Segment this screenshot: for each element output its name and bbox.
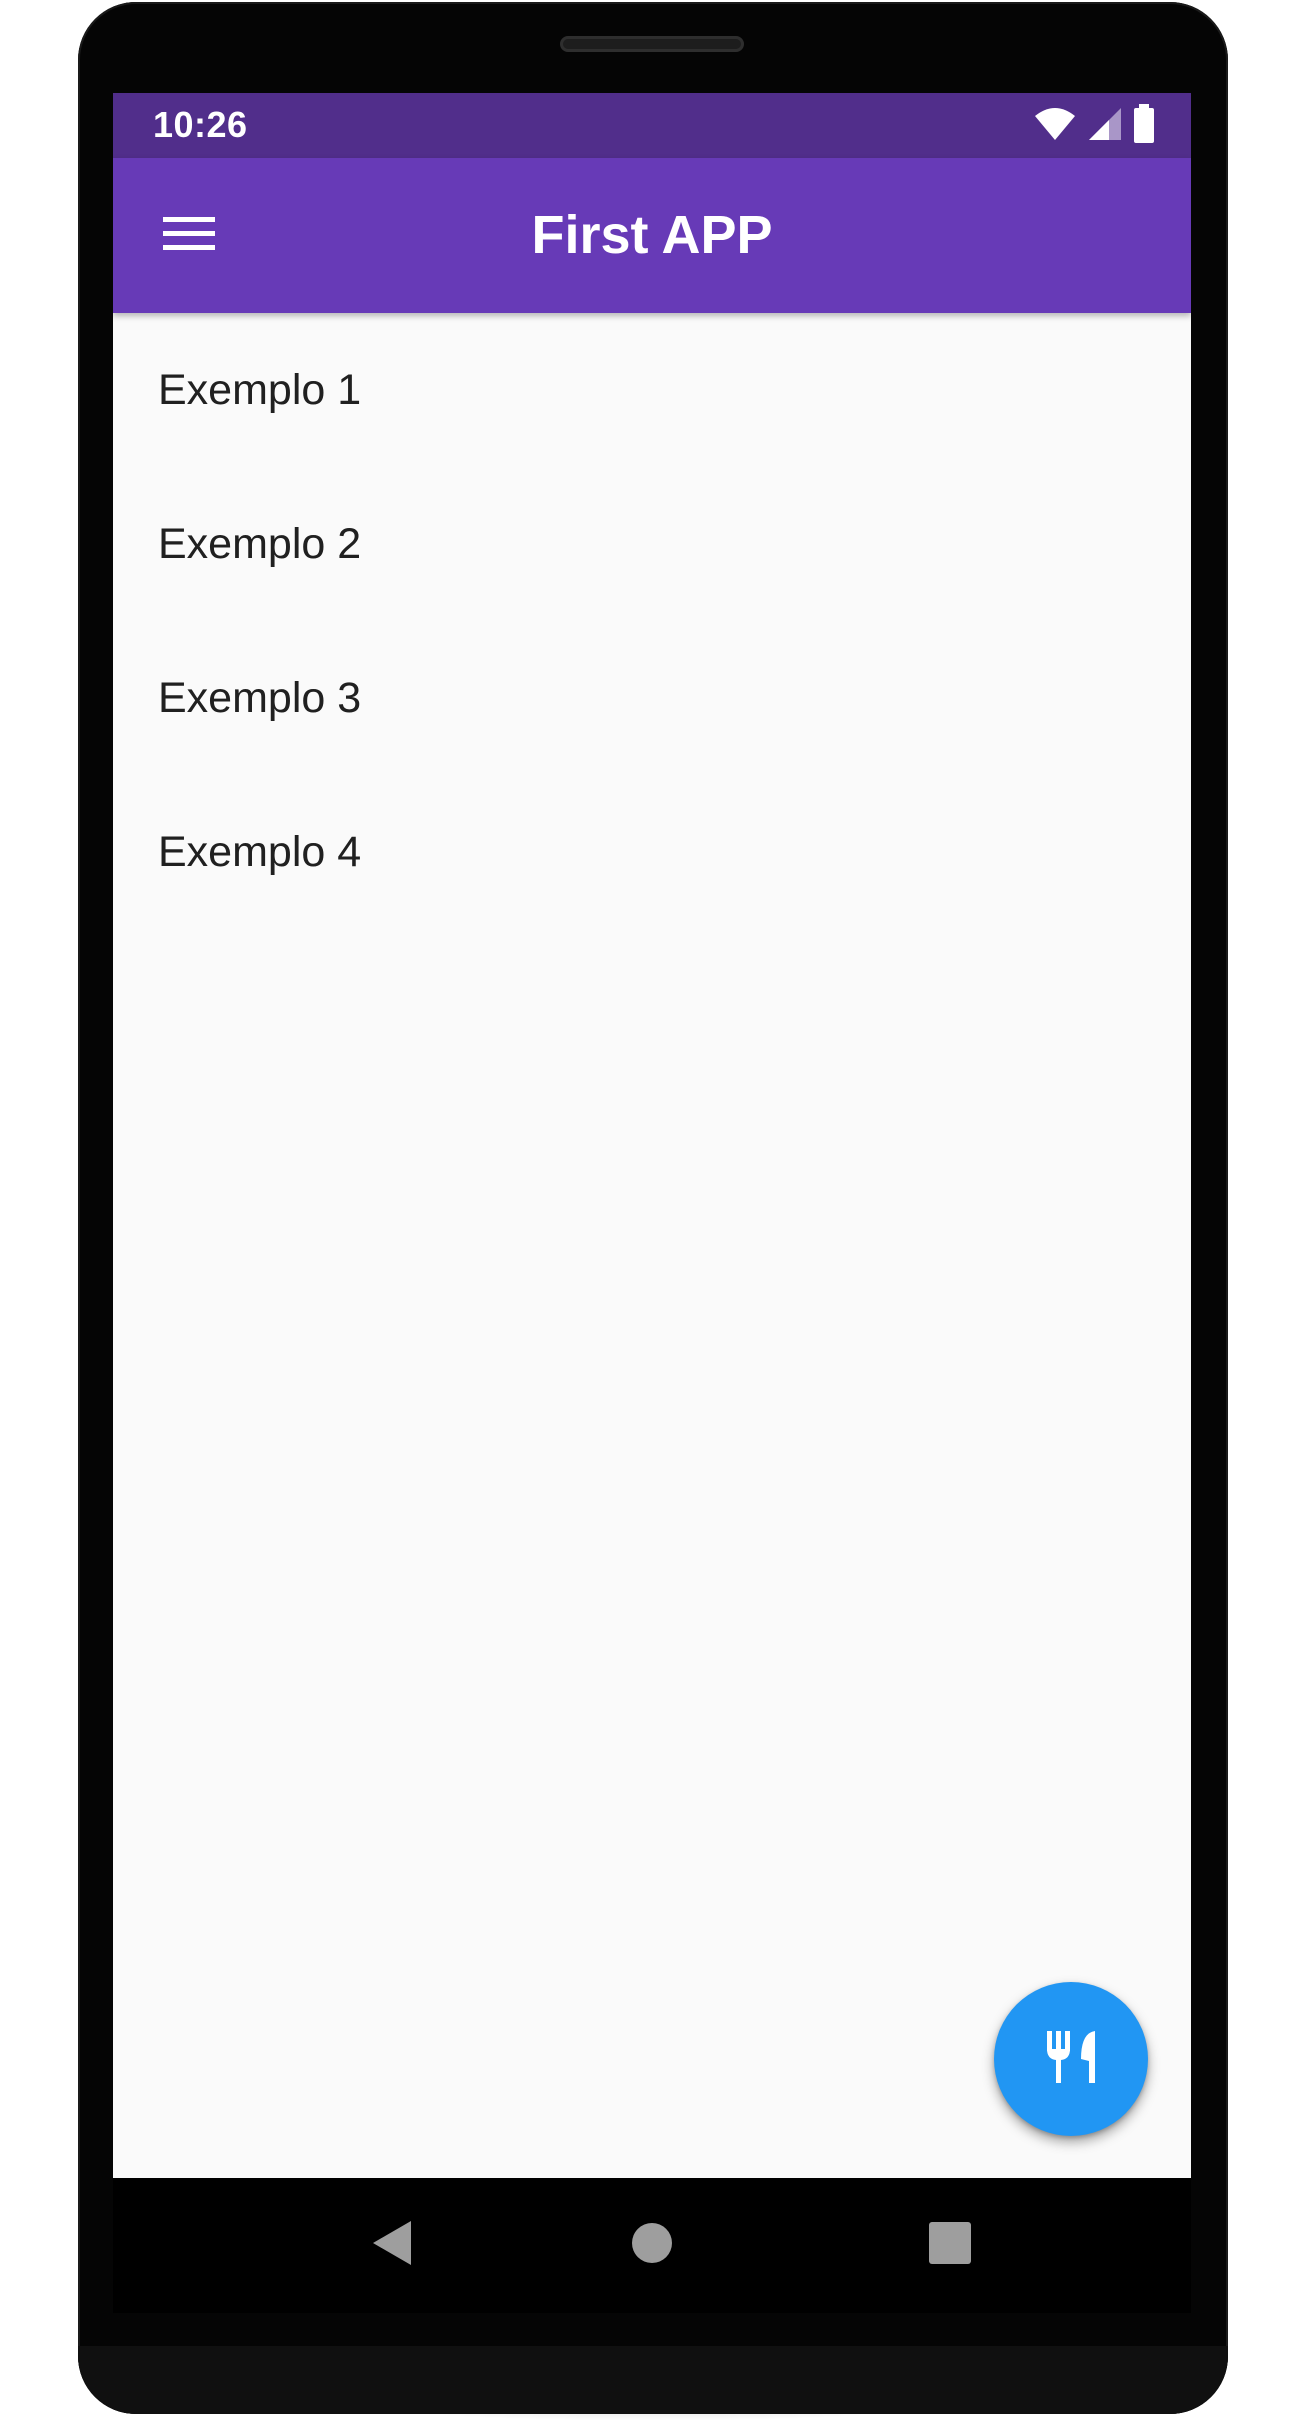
list-item-exemplo-3[interactable]: Exemplo 3 — [113, 621, 1191, 775]
list-item-exemplo-2[interactable]: Exemplo 2 — [113, 467, 1191, 621]
recents-button[interactable] — [890, 2178, 1010, 2313]
stage: 10:26 First APP Exemplo 1 Exemplo 2 Exem… — [0, 0, 1305, 2430]
menu-button[interactable] — [151, 198, 227, 274]
home-button[interactable] — [592, 2178, 712, 2313]
battery-icon — [1133, 103, 1155, 149]
app-title: First APP — [531, 205, 773, 265]
status-icons — [1033, 103, 1155, 149]
phone-screen: 10:26 First APP Exemplo 1 Exemplo 2 Exem… — [113, 93, 1191, 2178]
app-bar: First APP — [113, 158, 1191, 313]
status-time: 10:26 — [153, 104, 248, 145]
home-icon — [631, 2222, 673, 2269]
recents-icon — [929, 2222, 971, 2269]
phone-chin — [78, 2346, 1228, 2414]
list-item-exemplo-1[interactable]: Exemplo 1 — [113, 313, 1191, 467]
back-button[interactable] — [333, 2178, 453, 2313]
system-navigation-bar — [113, 2178, 1191, 2313]
hamburger-menu-icon — [163, 214, 215, 259]
wifi-icon — [1033, 106, 1077, 147]
status-bar: 10:26 — [113, 93, 1191, 158]
restaurant-icon — [1041, 2027, 1101, 2092]
list-item-exemplo-4[interactable]: Exemplo 4 — [113, 775, 1191, 929]
item-list: Exemplo 1 Exemplo 2 Exemplo 3 Exemplo 4 — [113, 313, 1191, 929]
floating-action-button[interactable] — [994, 1982, 1148, 2136]
earpiece-speaker — [560, 36, 744, 52]
back-icon — [371, 2219, 415, 2272]
cellular-signal-icon — [1087, 106, 1123, 147]
